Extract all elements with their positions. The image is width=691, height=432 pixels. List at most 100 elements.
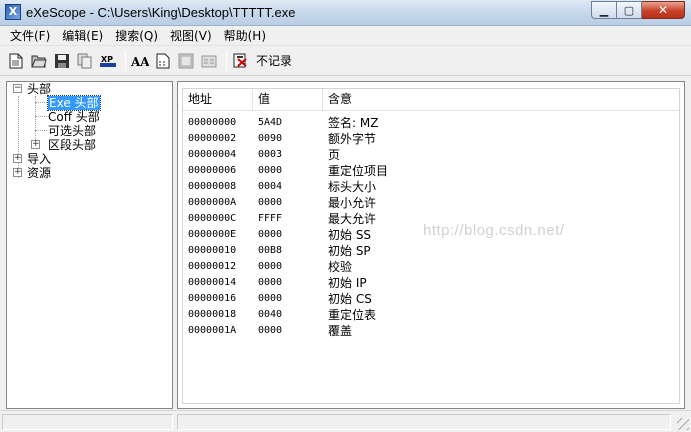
cell-meaning: 页 [328,148,341,162]
tree-item-resource[interactable]: 资源 [27,166,51,180]
client-area: − 头部 Exe 头部 Coff 头部 可选头部 + 区段头部 + 导入 + 资… [0,76,691,410]
cell-value: 0000 [258,277,283,288]
tree-item-label: 资源 [27,166,52,180]
status-panel-left [2,414,173,430]
cell-meaning: 覆盖 [328,324,353,338]
cell-meaning: 最小允许 [328,196,377,210]
cell-meaning: 重定位表 [328,308,377,322]
table-row[interactable]: 00000016 0000 初始 CS [183,291,679,307]
export-button[interactable] [176,51,196,71]
import-icon [201,55,217,67]
save-button[interactable] [52,51,72,71]
cell-address: 00000012 [188,261,237,272]
tree-item-label: 可选头部 [48,124,97,138]
menu-edit[interactable]: 编辑(E) [56,27,109,44]
tree-expand-toggle[interactable]: + [31,140,40,149]
new-button[interactable] [6,51,26,71]
toolbar-separator [226,50,227,71]
font-button[interactable]: AA [130,51,150,71]
cell-address: 00000004 [188,149,237,160]
list-header: 地址 值 含意 [183,89,679,111]
copy-button[interactable] [75,51,95,71]
dump-button[interactable] [153,51,173,71]
tree-expand-toggle[interactable]: + [13,168,22,177]
table-row[interactable]: 00000014 0000 初始 IP [183,275,679,291]
cell-value: 00B8 [258,245,283,256]
table-row[interactable]: 0000000A 0000 最小允许 [183,195,679,211]
list-pane: 地址 值 含意 00000000 5A4D 签名: MZ 00000002 0090 额外… [177,81,685,409]
cell-value: 0090 [258,133,283,144]
save-icon [55,53,69,68]
list-view[interactable]: 地址 值 含意 00000000 5A4D 签名: MZ 00000002 0090 额外… [182,88,680,404]
cell-address: 00000006 [188,165,237,176]
cell-address: 00000014 [188,277,237,288]
close-button[interactable]: ✕ [642,1,685,19]
cell-value: 0000 [258,165,283,176]
tree-item-label: 导入 [27,152,52,166]
cell-meaning: 额外字节 [328,132,377,146]
cell-value: 0040 [258,309,283,320]
watermark: http://blog.csdn.net/ [423,222,565,239]
open-button[interactable] [29,51,49,71]
menu-help[interactable]: 帮助(H) [218,27,272,44]
cell-meaning: 校验 [328,260,353,274]
xp-icon: XP [100,55,116,67]
menu-file[interactable]: 文件(F) [4,27,56,44]
cell-address: 0000000E [188,229,237,240]
tree-item-label: 头部 [27,82,52,96]
status-bar [0,410,691,432]
table-row[interactable]: 00000006 0000 重定位项目 [183,163,679,179]
record-button[interactable] [231,51,251,71]
maximize-icon: ▢ [623,3,635,17]
xp-button[interactable]: XP [98,51,118,71]
tree-item-coff-header[interactable]: Coff 头部 [48,110,100,124]
cell-meaning: 初始 CS [328,292,372,306]
table-row[interactable]: 0000001A 0000 覆盖 [183,323,679,339]
tree-connector [35,130,47,131]
tree-item-label: Coff 头部 [48,110,100,124]
table-row[interactable]: 00000012 0000 校验 [183,259,679,275]
cell-address: 00000008 [188,181,237,192]
maximize-button[interactable]: ▢ [617,1,642,19]
toolbar: XP AA 不记录 [0,46,691,76]
cell-address: 00000002 [188,133,237,144]
resize-grip[interactable] [677,418,689,430]
import-button[interactable] [199,51,219,71]
minimize-button[interactable]: ▁ [591,1,617,19]
cell-address: 00000016 [188,293,237,304]
menu-search[interactable]: 搜索(Q) [109,27,164,44]
window-controls: ▁ ▢ ✕ [591,1,685,19]
table-row[interactable]: 00000004 0003 页 [183,147,679,163]
tree-expand-toggle[interactable]: + [13,154,22,163]
tree-item-exe-header[interactable]: Exe 头部 [47,95,101,111]
table-row[interactable]: 00000018 0040 重定位表 [183,307,679,323]
menu-view[interactable]: 视图(V) [164,27,218,44]
cell-value: 0000 [258,197,283,208]
no-record-label[interactable]: 不记录 [256,52,292,69]
column-header-meaning[interactable]: 含意 [323,89,679,111]
minimize-icon: ▁ [599,3,609,17]
tree-connector [35,116,47,117]
table-row[interactable]: 00000010 00B8 初始 SP [183,243,679,259]
menu-bar: 文件(F) 编辑(E) 搜索(Q) 视图(V) 帮助(H) [0,26,691,46]
tree-item-section-header[interactable]: 区段头部 [48,138,96,152]
svg-text:AA: AA [131,55,149,69]
tree-pane[interactable]: − 头部 Exe 头部 Coff 头部 可选头部 + 区段头部 + 导入 + 资… [6,81,173,409]
tree-item-import[interactable]: 导入 [27,152,51,166]
tree-item-header[interactable]: 头部 [27,82,51,96]
record-icon [233,53,247,67]
table-row[interactable]: 00000002 0090 额外字节 [183,131,679,147]
table-row[interactable]: 00000008 0004 标头大小 [183,179,679,195]
tree-item-label: 区段头部 [48,138,97,152]
copy-icon [77,53,92,68]
cell-address: 0000001A [188,325,237,336]
cell-value: 0000 [258,325,283,336]
column-header-value[interactable]: 值 [253,89,323,111]
dump-icon [156,53,170,68]
cell-address: 00000010 [188,245,237,256]
tree-item-optional-header[interactable]: 可选头部 [48,124,96,138]
table-row[interactable]: 00000000 5A4D 签名: MZ [183,115,679,131]
cell-meaning: 初始 IP [328,276,367,290]
tree-expand-toggle[interactable]: − [13,84,22,93]
column-header-address[interactable]: 地址 [183,89,253,111]
